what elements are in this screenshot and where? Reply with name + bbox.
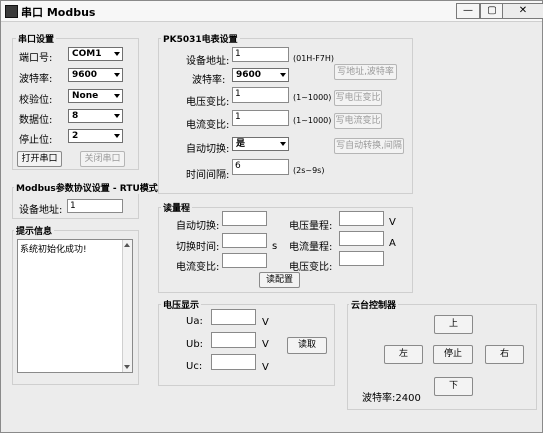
pk-interval-input[interactable]: 6 (232, 159, 289, 175)
close-port-button[interactable]: 关闭串口 (80, 151, 125, 167)
pk-ct-hint: (1~1000) (293, 116, 332, 125)
read-pt-output[interactable] (339, 251, 384, 266)
modbus-settings-title: Modbus参数协议设置 - RTU模式 (14, 181, 160, 194)
scroll-up-icon (124, 243, 130, 247)
pk-pt-label: 电压变比: (186, 97, 230, 108)
pk-interval-label: 时间间隔: (186, 170, 230, 181)
databits-value: 8 (72, 111, 79, 121)
port-value: COM1 (72, 49, 102, 59)
pk-address-input[interactable]: 1 (232, 47, 289, 62)
read-irange-output[interactable] (339, 231, 384, 246)
baud-label: 波特率: (19, 74, 53, 85)
voltage-display-title: 电压显示 (161, 298, 202, 311)
parity-value: None (72, 91, 99, 101)
read-irange-unit: A (389, 238, 396, 249)
maximize-button[interactable]: ▢ (480, 3, 504, 19)
read-interval-label: 切换时间: (176, 242, 220, 253)
read-vrange-label: 电压量程: (289, 221, 333, 232)
write-auto-interval-button[interactable]: 写自动转换,间隔 (334, 138, 404, 154)
read-vrange-output[interactable] (339, 211, 384, 226)
title-bar: 串口 Modbus — ▢ ✕ (1, 1, 543, 22)
read-voltage-button[interactable]: 读取 (287, 337, 327, 354)
serial-settings-title: 串口设置 (16, 32, 57, 45)
read-interval-output[interactable] (222, 233, 267, 248)
read-interval-unit: s (272, 241, 278, 252)
open-port-button[interactable]: 打开串口 (17, 151, 62, 167)
port-label: 端口号: (19, 53, 53, 64)
pk-interval-hint: (2s~9s) (293, 166, 325, 175)
main-window: 串口 Modbus — ▢ ✕ 串口设置 端口号: COM1 波特率: 9600… (0, 0, 543, 433)
ptz-down-button[interactable]: 下 (434, 377, 473, 396)
read-irange-label: 电流量程: (289, 242, 333, 253)
info-text: 系统初始化成功! (20, 245, 87, 255)
pk-auto-select[interactable]: 是 (232, 137, 289, 151)
parity-label: 校验位: (19, 95, 53, 106)
pk-pt-input[interactable]: 1 (232, 87, 289, 103)
chevron-down-icon (114, 114, 120, 118)
device-address-label: 设备地址: (19, 205, 63, 216)
chevron-down-icon (114, 52, 120, 56)
pk-ct-label: 电流变比: (186, 120, 230, 131)
stopbits-value: 2 (72, 131, 79, 141)
scroll-down-icon (124, 365, 130, 369)
pk-address-hint: (01H-F7H) (293, 54, 335, 63)
read-pt-label: 电压变比: (289, 262, 333, 273)
info-textarea[interactable]: 系统初始化成功! (17, 239, 133, 373)
databits-label: 数据位: (19, 115, 53, 126)
pk-auto-value: 是 (236, 139, 246, 149)
pk-auto-label: 自动切换: (186, 144, 230, 155)
write-ct-button[interactable]: 写电流变比 (334, 113, 382, 129)
info-title: 提示信息 (14, 224, 55, 237)
ub-label: Ub: (186, 339, 204, 350)
chevron-down-icon (280, 73, 286, 77)
uc-output[interactable] (211, 354, 256, 370)
info-scrollbar[interactable] (122, 240, 132, 372)
write-address-baud-button[interactable]: 写地址,波特率 (334, 64, 397, 80)
pk-baud-value: 9600 (236, 70, 262, 80)
pk-address-label: 设备地址: (186, 56, 230, 67)
ua-label: Ua: (186, 316, 203, 327)
ptz-left-button[interactable]: 左 (384, 345, 423, 364)
pk-baud-label: 波特率: (192, 75, 226, 86)
chevron-down-icon (114, 94, 120, 98)
ptz-up-button[interactable]: 上 (434, 315, 473, 334)
ptz-title: 云台控制器 (349, 298, 399, 311)
read-range-title: 读量程 (161, 201, 193, 214)
ub-unit: V (262, 339, 269, 350)
read-vrange-unit: V (389, 217, 396, 228)
stopbits-select[interactable]: 2 (68, 129, 123, 143)
read-auto-label: 自动切换: (176, 221, 220, 232)
uc-label: Uc: (186, 361, 203, 372)
pk-pt-hint: (1~1000) (293, 93, 332, 102)
databits-select[interactable]: 8 (68, 109, 123, 123)
baud-value: 9600 (72, 70, 98, 80)
device-address-input[interactable]: 1 (67, 199, 123, 213)
read-config-button[interactable]: 读配置 (259, 272, 300, 288)
chevron-down-icon (280, 142, 286, 146)
write-pt-button[interactable]: 写电压变比 (334, 90, 382, 106)
read-ct-output[interactable] (222, 253, 267, 268)
minimize-button[interactable]: — (456, 3, 480, 19)
close-button[interactable]: ✕ (502, 3, 543, 19)
read-auto-output[interactable] (222, 211, 267, 226)
uc-unit: V (262, 362, 269, 373)
read-ct-label: 电流变比: (176, 262, 220, 273)
ptz-right-button[interactable]: 右 (485, 345, 524, 364)
stopbits-label: 停止位: (19, 135, 53, 146)
parity-select[interactable]: None (68, 89, 123, 103)
app-icon (5, 5, 18, 18)
ptz-stop-button[interactable]: 停止 (433, 345, 473, 364)
ub-output[interactable] (211, 332, 256, 348)
ptz-baud-text: 波特率:2400 (362, 393, 421, 404)
chevron-down-icon (114, 134, 120, 138)
baud-select[interactable]: 9600 (68, 68, 123, 82)
port-select[interactable]: COM1 (68, 47, 123, 61)
pk-baud-select[interactable]: 9600 (232, 68, 289, 82)
pk-ct-input[interactable]: 1 (232, 110, 289, 126)
window-title: 串口 Modbus (21, 6, 96, 19)
ua-unit: V (262, 317, 269, 328)
ua-output[interactable] (211, 309, 256, 325)
chevron-down-icon (114, 73, 120, 77)
pk5031-title: PK5031电表设置 (161, 32, 240, 45)
